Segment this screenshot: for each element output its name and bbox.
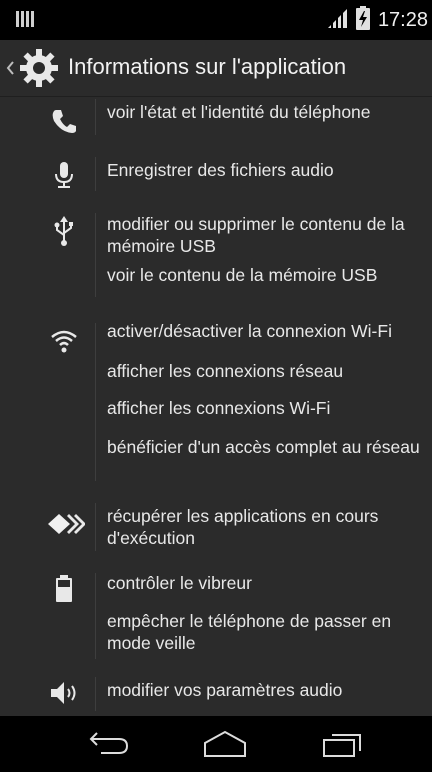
speaker-icon <box>44 673 84 713</box>
group-divider <box>95 503 96 551</box>
running-apps-icon <box>46 504 86 544</box>
recents-icon[interactable] <box>310 724 374 764</box>
app-info-screen: 17:28 Informations sur l'application voi… <box>0 0 432 772</box>
permission-group-microphone: Enregistrer des fichiers audio <box>0 153 432 201</box>
signal-icon <box>326 7 348 34</box>
permission-item: empêcher le téléphone de passer en mode … <box>107 611 392 653</box>
permission-item: afficher les connexions Wi-Fi <box>107 398 331 418</box>
permission-group-audio: modifier vos paramètres audio <box>0 675 432 715</box>
status-icons: 17:28 <box>326 5 428 35</box>
notification-icon <box>14 10 38 28</box>
permissions-list: voir l'état et l'identité du téléphone E… <box>0 97 432 717</box>
microphone-icon <box>44 155 84 195</box>
usb-icon <box>44 211 84 251</box>
permission-item: bénéficier d'un accès complet au réseau <box>107 437 420 457</box>
group-divider <box>95 99 96 135</box>
permission-item: Enregistrer des fichiers audio <box>107 160 334 180</box>
permission-group-phone: voir l'état et l'identité du téléphone <box>0 97 432 153</box>
group-divider <box>95 677 96 711</box>
group-divider <box>95 157 96 191</box>
permission-group-battery: contrôler le vibreur empêcher le télépho… <box>0 569 432 669</box>
status-bar: 17:28 <box>0 0 432 40</box>
navigation-bar <box>0 716 432 772</box>
permission-item: voir le contenu de la mémoire USB <box>107 265 378 285</box>
permission-group-usb: modifier ou supprimer le contenu de la m… <box>0 209 432 309</box>
action-bar: Informations sur l'application <box>0 40 432 97</box>
wifi-icon <box>44 321 84 361</box>
group-divider <box>95 573 96 659</box>
permission-item: modifier vos paramètres audio <box>107 680 343 700</box>
status-time: 17:28 <box>377 8 428 31</box>
page-title: Informations sur l'application <box>68 54 347 79</box>
permission-item: voir l'état et l'identité du téléphone <box>107 102 371 122</box>
permission-item: contrôler le vibreur <box>107 573 252 593</box>
permission-group-running-apps: récupérer les applications en cours d'ex… <box>0 501 432 561</box>
back-caret-icon[interactable] <box>4 57 16 79</box>
permission-item: récupérer les applications en cours d'ex… <box>107 506 379 548</box>
home-icon[interactable] <box>193 724 257 764</box>
permission-item: afficher les connexions réseau <box>107 361 344 381</box>
settings-gear-icon[interactable] <box>17 46 61 90</box>
group-divider <box>95 323 96 481</box>
battery-charging-icon <box>355 5 370 35</box>
battery-icon <box>44 569 84 609</box>
back-icon[interactable] <box>76 724 140 764</box>
permission-item: activer/désactiver la connexion Wi-Fi <box>107 321 392 341</box>
group-divider <box>95 213 96 297</box>
permission-item: modifier ou supprimer le contenu de la m… <box>107 214 405 256</box>
permission-group-wifi: activer/désactiver la connexion Wi-Fi af… <box>0 317 432 487</box>
phone-icon <box>44 101 84 141</box>
